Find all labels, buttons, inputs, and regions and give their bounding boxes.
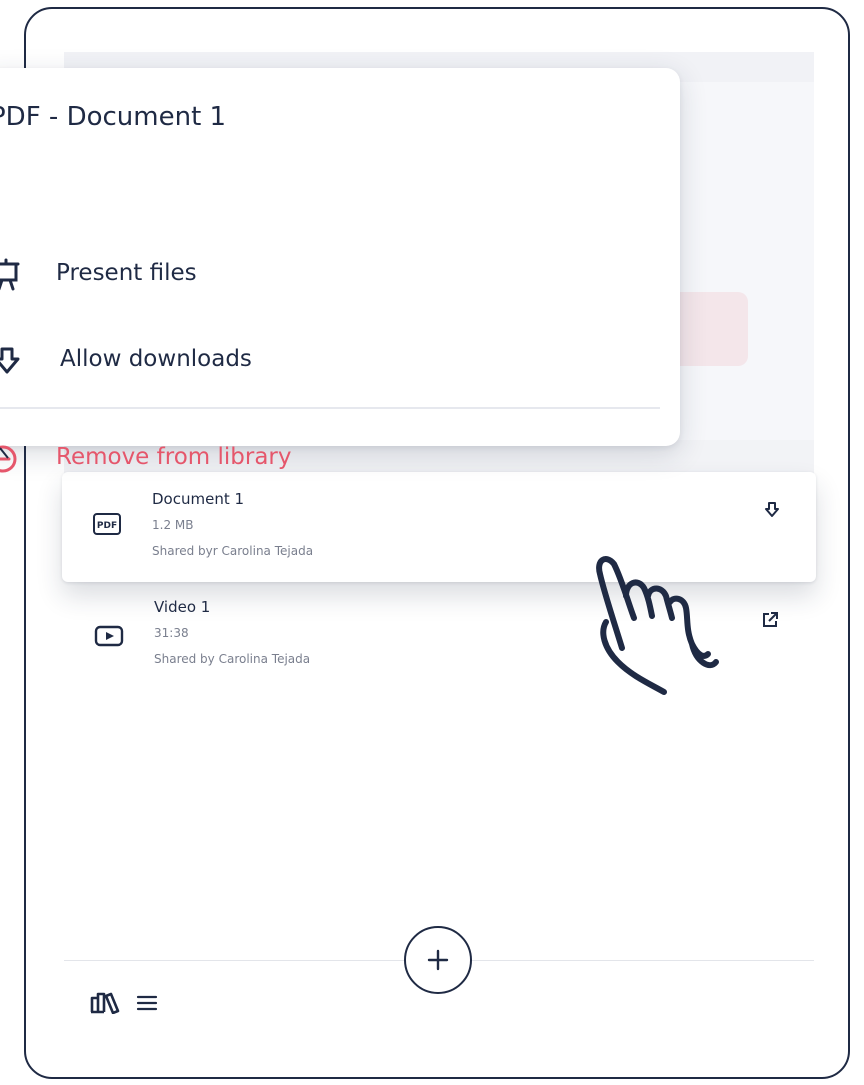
file-context-menu: PDF - Document 1 Present files Allow dow… [0,68,680,473]
menu-title: PDF - Document 1 [0,102,227,132]
menu-item-label: Present files [56,260,197,286]
menu-item-allow-downloads[interactable]: Allow downloads [0,330,660,390]
file-shared-by: Shared byr Carolina Tejada [152,544,314,558]
svg-text:PDF: PDF [97,521,117,531]
file-shared-by: Shared by Carolina Tejada [154,652,311,666]
file-duration: 31:38 [154,626,189,640]
menu-item-present-files[interactable]: Present files [0,244,660,304]
hand-pointer-icon [596,556,719,695]
video-play-icon [94,625,124,647]
pdf-file-icon: PDF [93,513,121,535]
library-books-icon[interactable] [90,990,130,1014]
file-name: Document 1 [152,490,245,508]
menu-item-label: Allow downloads [60,346,252,372]
download-icon[interactable] [762,500,782,520]
add-button[interactable] [404,926,472,994]
file-name: Video 1 [154,598,211,616]
chevron-icon [0,447,9,459]
hamburger-menu-icon[interactable] [136,994,158,1012]
download-arrow-icon [0,347,20,374]
menu-item-remove-from-library[interactable]: Remove from library [0,428,660,488]
external-link-icon[interactable] [760,610,780,630]
menu-divider [0,407,660,409]
presentation-board-icon [0,258,20,291]
file-size: 1.2 MB [152,518,194,532]
plus-icon [427,949,449,971]
menu-item-label: Remove from library [56,444,292,470]
